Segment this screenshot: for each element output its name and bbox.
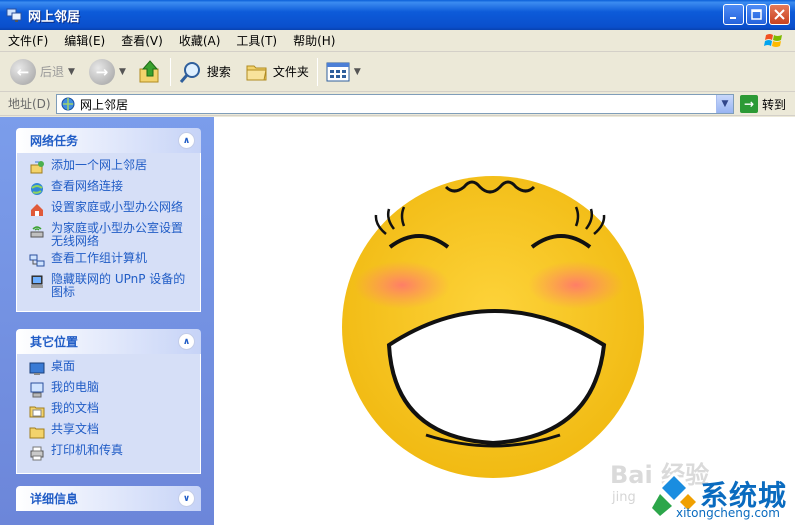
- panel-title: 详细信息: [30, 492, 79, 506]
- place-my-documents[interactable]: 我的文档: [29, 402, 194, 419]
- menu-view[interactable]: 查看(V): [113, 32, 171, 49]
- minimize-button[interactable]: [723, 4, 744, 25]
- window-title: 网上邻居: [28, 9, 81, 25]
- up-folder-button[interactable]: [134, 55, 166, 89]
- menu-file[interactable]: 文件(F): [0, 32, 56, 49]
- task-view-network-connections[interactable]: 查看网络连接: [29, 180, 194, 197]
- task-hide-upnp-icons[interactable]: 隐藏联网的 UPnP 设备的图标: [29, 273, 194, 299]
- network-tasks-panel: 网络任务 ∧ 添加一个网上邻居 查看网络连接 设置家庭或小型办公网络 为家庭或小…: [16, 128, 201, 312]
- network-places-icon: [61, 97, 75, 111]
- go-label: 转到: [762, 97, 787, 112]
- views-dropdown-icon[interactable]: ▼: [354, 67, 361, 77]
- title-bar: 网上邻居: [0, 0, 795, 30]
- search-button[interactable]: 搜索: [175, 55, 235, 89]
- task-label: 查看工作组计算机: [51, 251, 148, 265]
- address-value: 网上邻居: [80, 97, 129, 112]
- address-input[interactable]: 网上邻居 ▼: [56, 94, 734, 114]
- toolbar-separator: [169, 57, 171, 86]
- folders-label: 文件夹: [272, 65, 309, 79]
- address-dropdown-icon[interactable]: ▼: [716, 95, 733, 113]
- wireless-network-icon: [30, 226, 44, 238]
- place-shared-documents[interactable]: 共享文档: [29, 423, 194, 440]
- go-arrow-icon: →: [740, 95, 758, 113]
- expand-down-icon[interactable]: ∨: [178, 490, 195, 507]
- task-add-network-place[interactable]: 添加一个网上邻居: [29, 159, 194, 176]
- workgroup-icon: [29, 254, 45, 267]
- place-label: 打印机和传真: [51, 443, 124, 457]
- upnp-device-icon: [31, 275, 43, 288]
- panel-title: 网络任务: [30, 134, 79, 148]
- back-label: 后退: [40, 65, 65, 79]
- collapse-up-icon[interactable]: ∧: [178, 333, 195, 350]
- details-header[interactable]: 详细信息 ∨: [16, 486, 201, 511]
- place-printers-faxes[interactable]: 打印机和传真: [29, 444, 194, 461]
- baidu-watermark-sub: jing: [612, 490, 636, 505]
- forward-arrow-icon: →: [88, 58, 115, 85]
- search-label: 搜索: [206, 65, 231, 79]
- task-label: 设置家庭或小型办公网络: [51, 200, 184, 214]
- other-places-panel: 其它位置 ∧ 桌面 我的电脑 我的文档 共享文档 打印机和传真: [16, 329, 201, 474]
- network-tasks-header[interactable]: 网络任务 ∧: [16, 128, 201, 153]
- menu-favorites[interactable]: 收藏(A): [171, 32, 229, 49]
- search-icon: [179, 61, 200, 83]
- home-network-icon: [31, 204, 43, 216]
- close-button[interactable]: [769, 4, 790, 25]
- task-label: 隐藏联网的 UPnP 设备的图标: [51, 272, 186, 299]
- address-bar: 地址(D) 网上邻居 ▼ → 转到: [0, 92, 795, 116]
- views-icon: [326, 62, 350, 81]
- task-setup-home-network[interactable]: 设置家庭或小型办公网络: [29, 201, 194, 218]
- toolbar-separator: [316, 57, 318, 86]
- forward-button[interactable]: → ▼: [85, 55, 130, 89]
- back-arrow-icon: ←: [10, 58, 36, 85]
- add-network-place-icon: [30, 161, 44, 174]
- desktop-icon: [29, 362, 45, 375]
- my-documents-icon: [29, 406, 45, 418]
- other-places-header[interactable]: 其它位置 ∧: [16, 329, 201, 354]
- network-connections-icon: [31, 183, 43, 195]
- menu-bar: 文件(F) 编辑(E) 查看(V) 收藏(A) 工具(T) 帮助(H): [0, 30, 795, 52]
- place-my-computer[interactable]: 我的电脑: [29, 381, 194, 398]
- collapse-up-icon[interactable]: ∧: [178, 132, 195, 149]
- place-label: 桌面: [51, 359, 76, 373]
- maximize-button[interactable]: [746, 4, 767, 25]
- menu-help[interactable]: 帮助(H): [285, 32, 343, 49]
- details-panel: 详细信息 ∨: [16, 486, 201, 511]
- task-label: 添加一个网上邻居: [51, 158, 148, 172]
- back-dropdown-icon[interactable]: ▼: [68, 67, 75, 77]
- place-label: 共享文档: [51, 422, 100, 436]
- shared-documents-icon: [29, 427, 45, 439]
- go-button[interactable]: → 转到: [740, 95, 786, 113]
- menu-tools[interactable]: 工具(T): [228, 32, 285, 49]
- network-places-icon: [6, 8, 22, 22]
- my-computer-icon: [30, 382, 44, 398]
- views-button[interactable]: ▼: [322, 55, 365, 89]
- folders-button[interactable]: 文件夹: [241, 55, 313, 89]
- address-label: 地址(D): [8, 97, 51, 111]
- task-pane: 网络任务 ∧ 添加一个网上邻居 查看网络连接 设置家庭或小型办公网络 为家庭或小…: [0, 117, 214, 525]
- folders-icon: [246, 65, 267, 80]
- forward-dropdown-icon[interactable]: ▼: [119, 67, 126, 77]
- brand-url: xitongcheng.com: [676, 506, 780, 520]
- place-label: 我的电脑: [51, 380, 100, 394]
- place-label: 我的文档: [51, 401, 100, 415]
- printer-fax-icon: [30, 446, 44, 461]
- task-label: 为家庭或小型办公室设置无线网络: [51, 221, 184, 248]
- back-button[interactable]: ← 后退 ▼: [6, 55, 79, 89]
- place-desktop[interactable]: 桌面: [29, 360, 194, 377]
- menu-edit[interactable]: 编辑(E): [56, 32, 113, 49]
- up-folder-icon: [139, 59, 159, 82]
- windows-logo-icon: [764, 34, 782, 47]
- task-setup-wireless-network[interactable]: 为家庭或小型办公室设置无线网络: [29, 222, 194, 248]
- toolbar: ← 后退 ▼ → ▼ 搜索 文件夹 ▼: [0, 52, 795, 92]
- panel-title: 其它位置: [30, 335, 79, 349]
- task-label: 查看网络连接: [51, 179, 124, 193]
- task-view-workgroup[interactable]: 查看工作组计算机: [29, 252, 194, 269]
